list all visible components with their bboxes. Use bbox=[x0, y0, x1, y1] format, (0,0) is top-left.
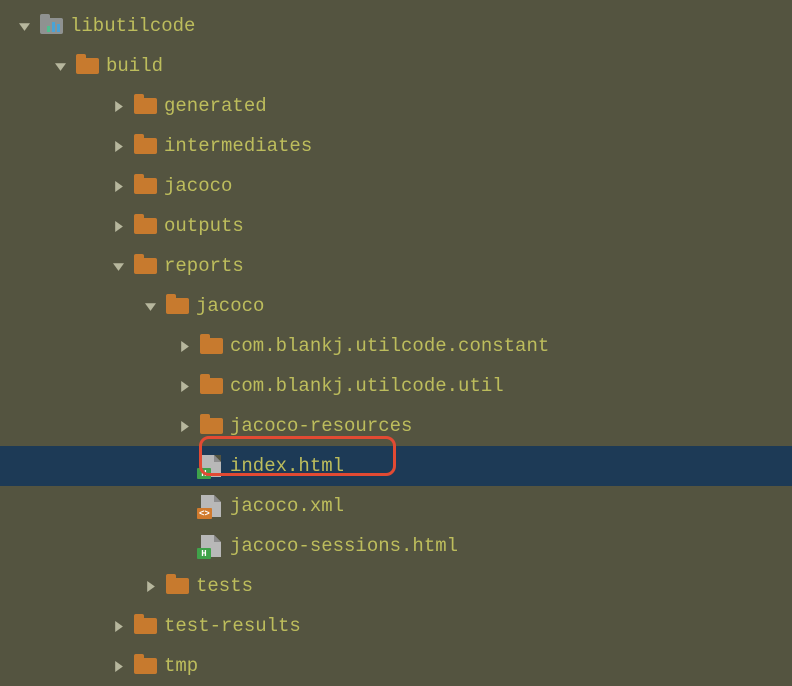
tree-row-reports[interactable]: reports bbox=[0, 246, 792, 286]
chevron-down-icon[interactable] bbox=[14, 21, 34, 32]
tree-label: generated bbox=[164, 97, 267, 116]
folder-icon bbox=[132, 134, 158, 158]
tree-label: libutilcode bbox=[70, 17, 195, 36]
tree-row-jacoco[interactable]: jacoco bbox=[0, 166, 792, 206]
tree-row-jacoco-resources[interactable]: jacoco-resources bbox=[0, 406, 792, 446]
chevron-down-icon[interactable] bbox=[140, 301, 160, 312]
chevron-down-icon[interactable] bbox=[108, 261, 128, 272]
tree-row-constant[interactable]: com.blankj.utilcode.constant bbox=[0, 326, 792, 366]
chevron-right-icon[interactable] bbox=[108, 141, 128, 152]
chevron-down-icon[interactable] bbox=[50, 61, 70, 72]
html-file-icon: H bbox=[198, 454, 224, 478]
tree-label: jacoco bbox=[196, 297, 264, 316]
chevron-right-icon[interactable] bbox=[108, 621, 128, 632]
xml-file-icon: <> bbox=[198, 494, 224, 518]
tree-label: outputs bbox=[164, 217, 244, 236]
tree-label: intermediates bbox=[164, 137, 312, 156]
chevron-right-icon[interactable] bbox=[108, 101, 128, 112]
folder-icon bbox=[198, 334, 224, 358]
folder-icon bbox=[132, 94, 158, 118]
tree-row-jacoco-xml[interactable]: <> jacoco.xml bbox=[0, 486, 792, 526]
tree-row-sessions-html[interactable]: H jacoco-sessions.html bbox=[0, 526, 792, 566]
tree-row-build[interactable]: build bbox=[0, 46, 792, 86]
folder-icon bbox=[132, 174, 158, 198]
tree-row-tmp[interactable]: tmp bbox=[0, 646, 792, 686]
tree-row-test-results[interactable]: test-results bbox=[0, 606, 792, 646]
tree-row-intermediates[interactable]: intermediates bbox=[0, 126, 792, 166]
badge-h: H bbox=[197, 548, 211, 559]
tree-label: com.blankj.utilcode.util bbox=[230, 377, 504, 396]
folder-icon bbox=[164, 574, 190, 598]
tree-row-index-html[interactable]: H index.html bbox=[0, 446, 792, 486]
chevron-right-icon[interactable] bbox=[174, 381, 194, 392]
tree-label: index.html bbox=[230, 457, 344, 476]
tree-label: build bbox=[106, 57, 163, 76]
tree-label: jacoco-sessions.html bbox=[230, 537, 458, 556]
tree-label: com.blankj.utilcode.constant bbox=[230, 337, 549, 356]
folder-icon bbox=[74, 54, 100, 78]
tree-label: jacoco.xml bbox=[230, 497, 344, 516]
module-folder-icon bbox=[38, 14, 64, 38]
tree-row-libutilcode[interactable]: libutilcode bbox=[0, 6, 792, 46]
folder-icon bbox=[198, 414, 224, 438]
folder-icon bbox=[132, 214, 158, 238]
chevron-right-icon[interactable] bbox=[108, 181, 128, 192]
tree-row-util[interactable]: com.blankj.utilcode.util bbox=[0, 366, 792, 406]
chevron-right-icon[interactable] bbox=[108, 661, 128, 672]
html-file-icon: H bbox=[198, 534, 224, 558]
tree-label: jacoco bbox=[164, 177, 232, 196]
tree-label: test-results bbox=[164, 617, 301, 636]
folder-icon bbox=[132, 614, 158, 638]
tree-row-tests[interactable]: tests bbox=[0, 566, 792, 606]
chevron-right-icon[interactable] bbox=[140, 581, 160, 592]
tree-row-generated[interactable]: generated bbox=[0, 86, 792, 126]
chevron-right-icon[interactable] bbox=[174, 341, 194, 352]
tree-row-reports-jacoco[interactable]: jacoco bbox=[0, 286, 792, 326]
folder-icon bbox=[132, 654, 158, 678]
tree-label: jacoco-resources bbox=[230, 417, 412, 436]
folder-icon bbox=[132, 254, 158, 278]
tree-row-outputs[interactable]: outputs bbox=[0, 206, 792, 246]
chevron-right-icon[interactable] bbox=[108, 221, 128, 232]
folder-icon bbox=[164, 294, 190, 318]
tree-label: tests bbox=[196, 577, 253, 596]
badge-xml: <> bbox=[197, 508, 212, 519]
chevron-right-icon[interactable] bbox=[174, 421, 194, 432]
tree-label: reports bbox=[164, 257, 244, 276]
badge-h: H bbox=[197, 468, 211, 479]
tree-label: tmp bbox=[164, 657, 198, 676]
folder-icon bbox=[198, 374, 224, 398]
project-tree: libutilcode build generated intermediate… bbox=[0, 0, 792, 686]
